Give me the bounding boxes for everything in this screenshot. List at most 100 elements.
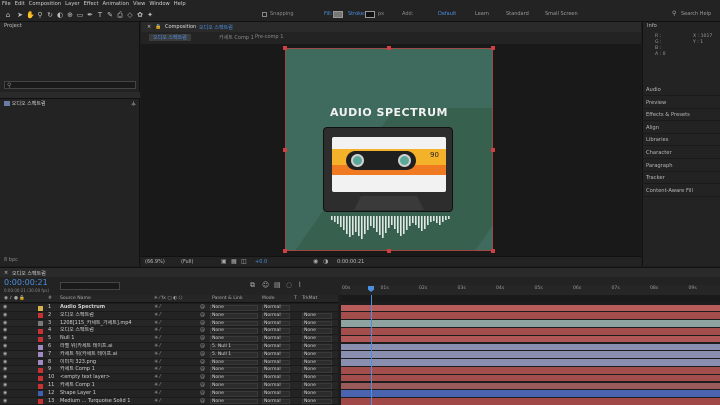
layer-name[interactable]: 카세트 Comp 1: [60, 382, 150, 390]
trkmat-dropdown[interactable]: None: [302, 390, 332, 397]
layer-name[interactable]: Medium ... Turquoise Solid 1: [60, 398, 150, 405]
project-search-input[interactable]: ⚲: [4, 81, 136, 89]
type-tool-icon[interactable]: T: [96, 11, 104, 19]
visibility-eye-icon[interactable]: ◉: [3, 366, 7, 374]
layer-duration-bar[interactable]: [341, 320, 720, 327]
mode-dropdown[interactable]: Normal: [262, 398, 290, 405]
layer-label-color[interactable]: [38, 375, 43, 381]
layer-name[interactable]: 1208[115_카세트_가세트].mp4: [60, 320, 150, 328]
parent-pickwhip-icon[interactable]: @: [200, 312, 205, 320]
frame-blending-icon[interactable]: ▤: [274, 281, 281, 289]
mode-dropdown[interactable]: Normal: [262, 305, 290, 311]
layer-switches-icons[interactable]: ✳ ⁄: [154, 335, 161, 343]
transform-handle[interactable]: [283, 46, 287, 50]
breadcrumb-item[interactable]: 카세트 Comp 1: [219, 34, 254, 41]
workspace-default[interactable]: Default: [438, 11, 456, 17]
mode-dropdown[interactable]: Normal: [262, 336, 290, 342]
shy-layers-icon[interactable]: ☺: [262, 281, 269, 289]
parent-pickwhip-icon[interactable]: @: [200, 304, 205, 312]
project-panel-title[interactable]: Project: [0, 22, 139, 30]
mode-dropdown[interactable]: Normal: [262, 351, 290, 358]
transform-handle[interactable]: [283, 249, 287, 253]
layer-switches-icons[interactable]: ✳ ⁄: [154, 398, 161, 405]
parent-dropdown[interactable]: None: [210, 320, 258, 327]
parent-dropdown[interactable]: None: [210, 367, 258, 374]
layer-switches-icons[interactable]: ✳ ⁄: [154, 374, 161, 382]
trkmat-dropdown[interactable]: None: [302, 367, 332, 374]
rectangle-tool-icon[interactable]: ▭: [76, 11, 84, 19]
trkmat-dropdown[interactable]: None: [302, 375, 332, 381]
snapping-checkbox[interactable]: [262, 12, 267, 17]
hand-tool-icon[interactable]: ✋: [26, 11, 35, 19]
layer-duration-bar[interactable]: [341, 374, 720, 382]
panel-preview[interactable]: Preview: [642, 97, 720, 109]
visibility-eye-icon[interactable]: ◉: [3, 327, 7, 335]
layer-row[interactable]: ◉ 1 Audio Spectrum ✳ ⁄ @ None Normal: [0, 304, 338, 312]
parent-pickwhip-icon[interactable]: @: [200, 335, 205, 343]
zoom-tool-icon[interactable]: ⚲: [36, 11, 44, 19]
trkmat-dropdown[interactable]: None: [302, 359, 332, 366]
layer-switches-icons[interactable]: ✳ ⁄: [154, 327, 161, 335]
layer-switches-icons[interactable]: ✳ ⁄: [154, 366, 161, 374]
stroke-swatch[interactable]: [365, 11, 375, 18]
clone-stamp-tool-icon[interactable]: ⎙: [116, 11, 124, 19]
brush-tool-icon[interactable]: ✎: [106, 11, 114, 19]
mode-dropdown[interactable]: Normal: [262, 375, 290, 381]
mode-dropdown[interactable]: Normal: [262, 328, 290, 335]
pen-tool-icon[interactable]: ✒: [86, 11, 94, 19]
puppet-tool-icon[interactable]: ✦: [146, 11, 154, 19]
col-mode[interactable]: Mode: [262, 295, 275, 303]
layer-row[interactable]: ◉ 4 오디오 스펙트럼 ✳ ⁄ @ None Normal None: [0, 327, 338, 336]
parent-dropdown[interactable]: None: [210, 312, 258, 319]
parent-pickwhip-icon[interactable]: @: [200, 382, 205, 390]
parent-dropdown[interactable]: None: [210, 336, 258, 342]
layer-row[interactable]: ◉ 6 라벨 위(카세트 테이프.ai ✳ ⁄ @5. Null 1 Normal None: [0, 343, 338, 351]
parent-pickwhip-icon[interactable]: @: [200, 374, 205, 382]
composition-viewer[interactable]: AUDIO SPECTRUM 90: [141, 44, 641, 256]
layer-label-color[interactable]: [38, 305, 43, 311]
workspace-standard[interactable]: Standard: [506, 11, 529, 17]
layer-row[interactable]: ◉ 8 이미지 323.png ✳ ⁄ @ None Normal None: [0, 358, 338, 367]
info-panel-title[interactable]: Info: [643, 22, 720, 30]
layer-name[interactable]: Audio Spectrum: [60, 304, 150, 312]
layer-row[interactable]: ◉ 3 1208[115_카세트_가세트].mp4 ✳ ⁄ @ None Normal Non…: [0, 319, 338, 328]
panel-align[interactable]: Align: [642, 122, 720, 134]
eraser-tool-icon[interactable]: ◇: [126, 11, 134, 19]
layer-row[interactable]: ◉ 13 Medium ... Turquoise Solid 1 ✳ ⁄ @ None N…: [0, 397, 338, 405]
menu-item-edit[interactable]: Edit: [15, 1, 25, 7]
layer-name[interactable]: 오디오 스펙트럼: [60, 327, 150, 335]
trkmat-dropdown[interactable]: None: [302, 398, 332, 405]
layer-name[interactable]: <empty text layer>: [60, 374, 150, 382]
parent-pickwhip-icon[interactable]: @: [200, 366, 205, 374]
project-item[interactable]: 오디오 스펙트럼 ⚶: [4, 100, 136, 108]
layer-switches-icons[interactable]: ✳ ⁄: [154, 390, 161, 398]
visibility-eye-icon[interactable]: ◉: [3, 359, 7, 367]
layer-label-color[interactable]: [38, 383, 43, 389]
menu-item-layer[interactable]: Layer: [65, 1, 79, 7]
visibility-eye-icon[interactable]: ◉: [3, 320, 7, 328]
layer-row[interactable]: ◉ 10 <empty text layer> ✳ ⁄ @ None Normal None: [0, 374, 338, 382]
workspace-small-screen[interactable]: Small Screen: [545, 11, 578, 17]
visibility-eye-icon[interactable]: ◉: [3, 398, 7, 405]
layer-switches-icons[interactable]: ✳ ⁄: [154, 343, 161, 351]
parent-dropdown[interactable]: None: [210, 359, 258, 366]
region-of-interest-icon[interactable]: ▣: [221, 258, 227, 265]
layer-name[interactable]: 카세트 Comp 1: [60, 366, 150, 374]
layer-duration-bar[interactable]: [341, 304, 720, 312]
layer-label-color[interactable]: [38, 360, 43, 366]
layer-name[interactable]: Shape Layer 1: [60, 390, 150, 398]
composition-tab-label[interactable]: Composition: [165, 24, 196, 30]
flowchart-icon[interactable]: ⚶: [131, 100, 136, 108]
close-icon[interactable]: ×: [147, 24, 151, 30]
visibility-eye-icon[interactable]: ◉: [3, 312, 7, 320]
layer-row[interactable]: ◉ 12 Shape Layer 1 ✳ ⁄ @ None Normal None: [0, 389, 338, 398]
visibility-eye-icon[interactable]: ◉: [3, 335, 7, 343]
layer-row[interactable]: ◉ 9 카세트 Comp 1 ✳ ⁄ @ None Normal None: [0, 366, 338, 375]
transform-handle[interactable]: [491, 46, 495, 50]
work-area-bar[interactable]: [341, 295, 720, 301]
time-ruler[interactable]: 00s 01s 02s 03s 04s 05s 06s 07s 08s 09s: [341, 285, 720, 295]
mode-dropdown[interactable]: Normal: [262, 320, 290, 327]
layer-label-color[interactable]: [38, 321, 43, 327]
mode-dropdown[interactable]: Normal: [262, 367, 290, 374]
layer-switches-icons[interactable]: ✳ ⁄: [154, 382, 161, 390]
